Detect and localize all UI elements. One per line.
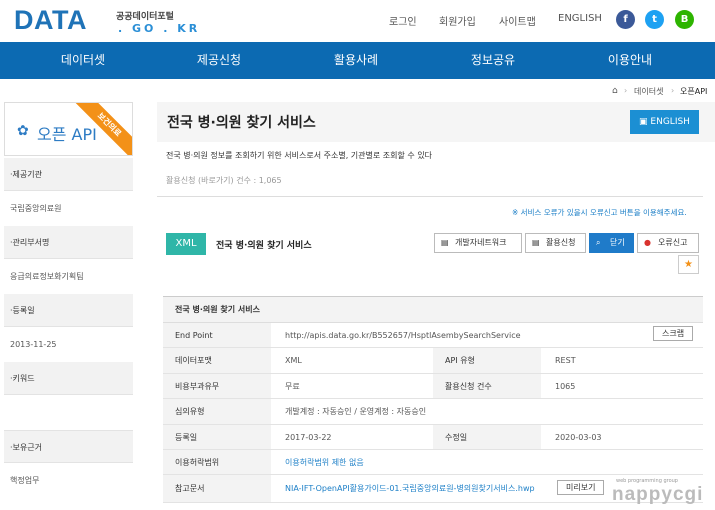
error-notice: ※ 서비스 오류가 있을시 오류신고 버튼을 이용해주세요.	[512, 208, 687, 217]
table-row: 이용허락범위 이용허락범위 제한 없음	[163, 450, 703, 475]
english-button[interactable]: ▣ ENGLISH	[630, 110, 699, 134]
reg-date-value: 2017-03-22	[285, 432, 332, 442]
apply-button[interactable]: ▤ 활용신청	[525, 233, 586, 253]
license-label: 이용허락범위	[163, 450, 271, 474]
twitter-icon[interactable]: t	[645, 10, 664, 29]
reg-date-label: 등록일	[163, 425, 271, 449]
alert-icon: ●	[644, 238, 651, 247]
table-row: End Point http://apis.data.go.kr/B552657…	[163, 323, 703, 348]
watermark-logo: web programming group nappycgi	[612, 478, 712, 508]
watermark-text: nappycgi	[612, 484, 704, 505]
scrap-button[interactable]: 스크랩	[653, 326, 694, 341]
review-label: 심의유형	[163, 399, 271, 424]
sidebar: ✿ 오픈 API 보건의료 ·제공기관 국립중앙의료원 ·관리부서명 응급의료정…	[4, 102, 133, 510]
nav-info-share[interactable]: 정보공유	[438, 42, 548, 79]
english-link[interactable]: ENGLISH	[558, 13, 602, 24]
license-link[interactable]: 이용허락범위 제한 없음	[285, 450, 364, 474]
department-label: ·관리부서명	[4, 226, 133, 259]
home-icon[interactable]: ⌂	[612, 86, 618, 96]
logo-sub-title: 공공데이터포털	[116, 12, 174, 22]
blog-icon[interactable]: B	[675, 10, 694, 29]
register-date-value: 2013-11-25	[4, 328, 133, 361]
gear-icon: ✿	[17, 123, 29, 139]
report-error-button[interactable]: ● 오류신고	[637, 233, 699, 253]
document-icon: ▣	[639, 117, 651, 127]
format-value: XML	[285, 356, 302, 365]
sidebar-title: 오픈 API	[37, 125, 97, 144]
fee-value: 무료	[285, 381, 300, 391]
sitemap-link[interactable]: 사이트맵	[499, 13, 536, 28]
provider-value: 국립중앙의료원	[4, 192, 133, 225]
service-name: 전국 병·의원 찾기 서비스	[216, 241, 312, 251]
apply-count-value: 1065	[555, 381, 576, 391]
table-row: 비용부과유무 무료 활용신청 건수 1065	[163, 374, 703, 399]
format-tag: XML	[166, 233, 206, 255]
main-navigation: 데이터셋 제공신청 활용사례 정보공유 이용안내	[0, 42, 715, 79]
mod-date-label: 수정일	[433, 425, 541, 449]
breadcrumb-dataset[interactable]: 데이터셋	[634, 86, 663, 97]
login-link[interactable]: 로그인	[389, 13, 417, 28]
document-icon: ▤	[441, 238, 449, 247]
close-label: 닫기	[610, 238, 625, 247]
keyword-label: ·키워드	[4, 362, 133, 395]
breadcrumb-openapi[interactable]: 오픈API	[680, 86, 707, 97]
table-row: 심의유형 개발계정 : 자동승인 / 운영계정 : 자동승인	[163, 399, 703, 425]
breadcrumb-separator: ›	[624, 86, 628, 95]
apply-count-label: 활용신청 건수	[433, 374, 541, 398]
sidebar-header: ✿ 오픈 API 보건의료	[4, 102, 133, 156]
format-label: 데이터포맷	[163, 348, 271, 373]
signup-link[interactable]: 회원가입	[439, 13, 476, 28]
english-button-label: ENGLISH	[650, 117, 690, 127]
preview-button[interactable]: 미리보기	[557, 480, 605, 495]
logo-main-text: DATA	[14, 5, 87, 35]
department-value: 응급의료정보화기획팀	[4, 260, 133, 293]
keyword-value	[4, 396, 133, 430]
report-error-label: 오류신고	[658, 238, 688, 247]
ref-doc-label: 참고문서	[163, 475, 271, 502]
nav-dataset[interactable]: 데이터셋	[28, 42, 138, 79]
ref-doc-link[interactable]: NIA-IFT-OpenAPI활용가이드-01.국립중앙의료원-병의원찾기서비스…	[285, 475, 535, 502]
table-row: 데이터포맷 XML API 유형 REST	[163, 348, 703, 374]
divider	[157, 196, 703, 197]
favorite-star-icon[interactable]: ★	[678, 255, 699, 274]
basis-label: ·보유근거	[4, 430, 133, 463]
endpoint-value: http://apis.data.go.kr/B552657/HsptlAsem…	[285, 330, 521, 340]
dev-network-button[interactable]: ▤ 개발자네트워크	[434, 233, 522, 253]
breadcrumb-separator: ›	[671, 86, 675, 95]
apply-count-text[interactable]: 활용신청 (바로가기) 건수 : 1,065	[166, 175, 282, 186]
fee-label: 비용부과유무	[163, 374, 271, 398]
api-type-value: REST	[555, 356, 576, 365]
table-row: 등록일 2017-03-22 수정일 2020-03-03	[163, 425, 703, 450]
nav-guide[interactable]: 이용안내	[575, 42, 685, 79]
close-button[interactable]: ⌕ 닫기	[589, 233, 634, 253]
search-icon: ⌕	[596, 238, 601, 247]
logo-domain: . GO . KR	[118, 22, 201, 35]
apply-label: 활용신청	[546, 238, 576, 247]
nav-provide-request[interactable]: 제공신청	[164, 42, 274, 79]
api-type-label: API 유형	[433, 348, 541, 373]
basis-value: 핵정업무	[4, 464, 133, 497]
provider-label: ·제공기관	[4, 158, 133, 191]
endpoint-label: End Point	[163, 323, 271, 347]
nav-use-cases[interactable]: 활용사례	[301, 42, 411, 79]
site-header: DATA 공공데이터포털 . GO . KR 로그인 회원가입 사이트맵 ENG…	[0, 0, 715, 42]
facebook-icon[interactable]: f	[616, 10, 635, 29]
table-title: 전국 병·의원 찾기 서비스	[163, 297, 703, 323]
dev-network-label: 개발자네트워크	[455, 238, 507, 247]
page-title: 전국 병·의원 찾기 서비스	[167, 115, 316, 131]
review-value: 개발계정 : 자동승인 / 운영계정 : 자동승인	[285, 407, 427, 416]
document-icon: ▤	[532, 238, 540, 247]
register-date-label: ·등록일	[4, 294, 133, 327]
service-description: 전국 병·의원 정보를 조회하기 위한 서비스로서 주소별, 기관별로 조회할 …	[166, 151, 433, 160]
mod-date-value: 2020-03-03	[555, 432, 602, 442]
